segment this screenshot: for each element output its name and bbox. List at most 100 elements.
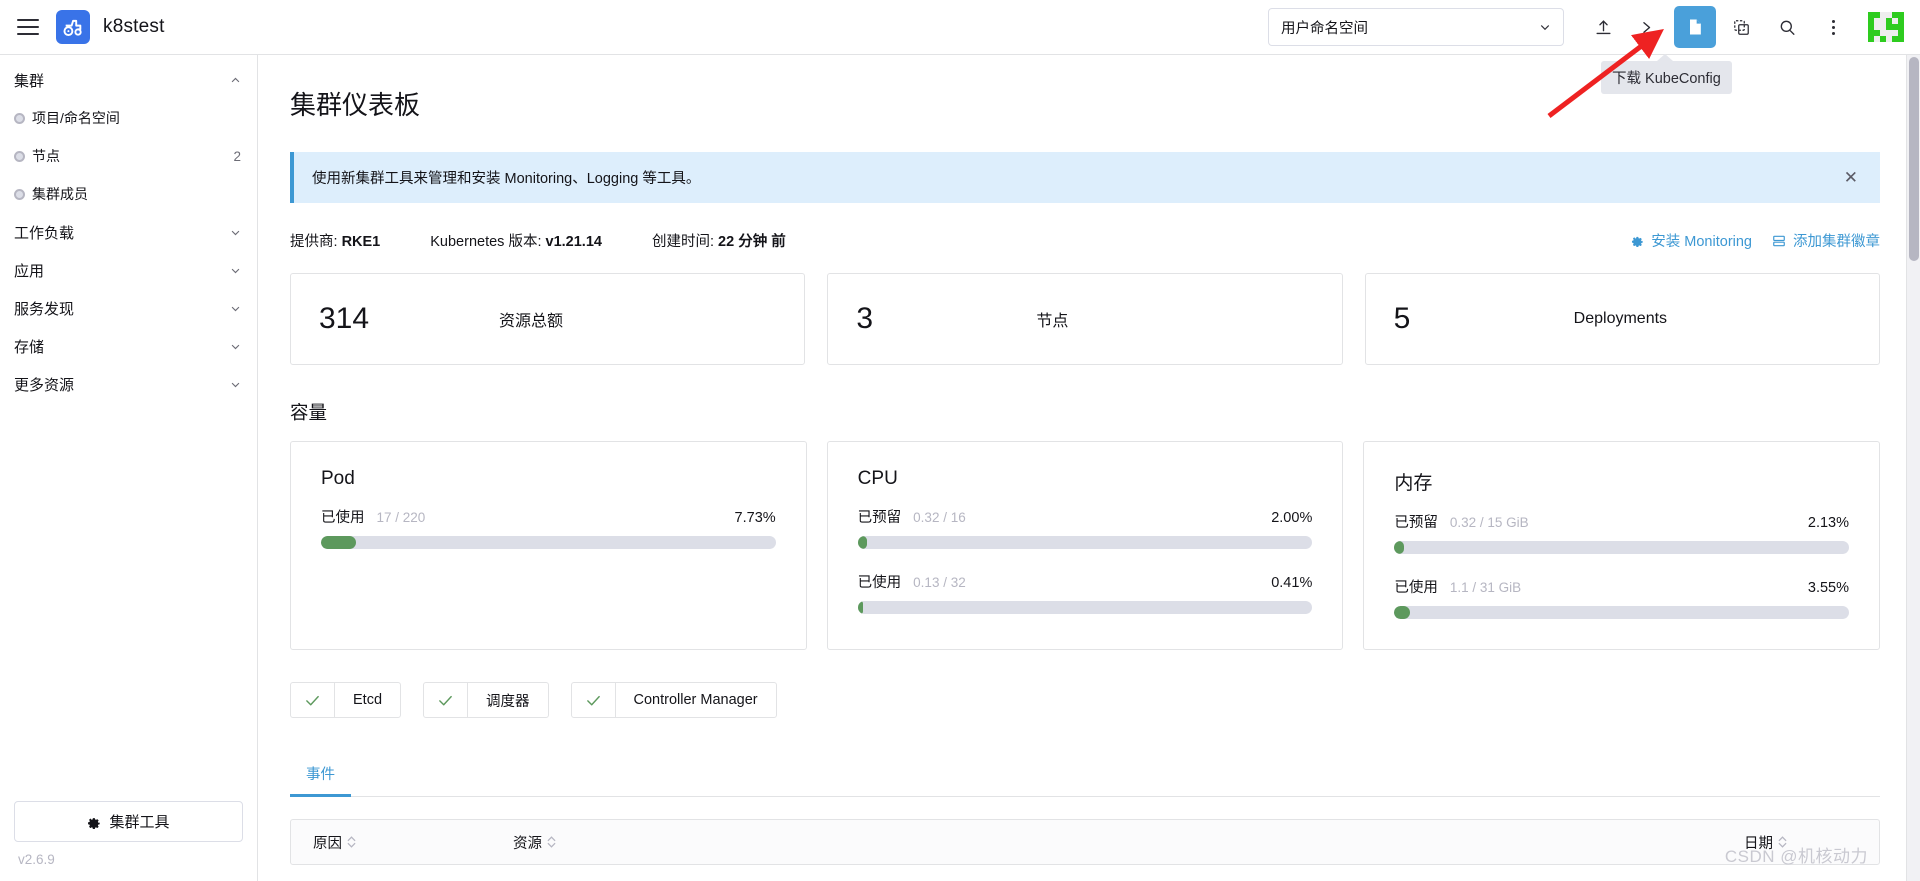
sort-icon[interactable] bbox=[547, 836, 556, 848]
progress-bar bbox=[321, 536, 776, 549]
status-chip-etcd: Etcd bbox=[290, 682, 402, 718]
brand[interactable]: k8stest bbox=[56, 10, 165, 44]
meter-sub: 17 / 220 bbox=[376, 510, 426, 525]
sort-icon[interactable] bbox=[1778, 836, 1787, 848]
capacity-card-title: 内存 bbox=[1394, 473, 1433, 494]
gear-icon bbox=[1632, 236, 1644, 247]
stat-label: 节点 bbox=[1036, 313, 1069, 330]
sidebar-item-cluster-members[interactable]: 集群成员 bbox=[0, 175, 257, 213]
column-header-reason[interactable]: 原因 bbox=[313, 832, 513, 853]
meter-name: 已使用 bbox=[321, 510, 365, 526]
check-icon bbox=[291, 683, 335, 717]
status-chip-label: Controller Manager bbox=[633, 692, 758, 708]
events-table: 原因 资源 日期 bbox=[290, 819, 1880, 865]
info-banner-text: 使用新集群工具来管理和安装 Monitoring、Logging 等工具。 bbox=[312, 171, 701, 187]
stat-value: 3 bbox=[856, 302, 874, 335]
install-monitoring-link[interactable]: 安装 Monitoring bbox=[1631, 230, 1752, 251]
sidebar-group-label: 服务发现 bbox=[14, 300, 75, 318]
kubernetes-version-info: Kubernetes 版本: v1.21.14 bbox=[430, 230, 602, 251]
capacity-section-title: 容量 bbox=[290, 402, 328, 423]
progress-bar-fill bbox=[857, 601, 864, 614]
cluster-info-actions: 安装 Monitoring 添加集群徽章 bbox=[1631, 230, 1880, 251]
sidebar-item-count: 2 bbox=[233, 148, 241, 164]
install-monitoring-label: 安装 Monitoring bbox=[1651, 234, 1752, 250]
stat-value: 314 bbox=[319, 302, 370, 335]
copy-kubeconfig-icon[interactable] bbox=[1720, 6, 1762, 48]
tab-events[interactable]: 事件 bbox=[290, 752, 351, 797]
more-actions-icon[interactable] bbox=[1812, 6, 1854, 48]
chevron-down-icon bbox=[231, 306, 240, 311]
scrollbar-thumb[interactable] bbox=[1909, 57, 1919, 261]
capacity-card-title: CPU bbox=[857, 468, 898, 489]
meter-percent: 7.73% bbox=[734, 510, 776, 526]
capacity-card-title: Pod bbox=[321, 468, 355, 489]
pixel-avatar-icon[interactable] bbox=[1868, 12, 1904, 42]
namespace-filter-value: 用户命名空间 bbox=[1281, 20, 1368, 37]
progress-bar bbox=[857, 601, 1313, 614]
meter-memory-used: 已使用 1.1 / 31 GiB 3.55% bbox=[1394, 576, 1850, 619]
bullet-icon bbox=[14, 150, 25, 162]
sidebar-group-apps[interactable]: 应用 bbox=[0, 251, 257, 289]
chevron-down-icon bbox=[231, 344, 240, 349]
sidebar-group-cluster[interactable]: 集群 bbox=[0, 61, 257, 99]
provider-value: RKE1 bbox=[341, 234, 381, 250]
close-icon[interactable]: ✕ bbox=[1840, 169, 1862, 186]
sidebar-item-label: 集群成员 bbox=[32, 186, 88, 202]
created-value: 22 分钟 前 bbox=[718, 234, 786, 250]
column-header-label: 日期 bbox=[1744, 835, 1773, 852]
meter-percent: 2.00% bbox=[1271, 510, 1313, 526]
kubernetes-version-label: Kubernetes 版本: bbox=[430, 234, 542, 250]
namespace-filter-select[interactable]: 用户命名空间 bbox=[1268, 8, 1564, 46]
meter-sub: 0.32 / 15 GiB bbox=[1449, 515, 1529, 530]
column-header-label: 原因 bbox=[313, 835, 342, 852]
import-yaml-icon[interactable] bbox=[1582, 6, 1624, 48]
meter-percent: 2.13% bbox=[1807, 515, 1850, 531]
sidebar-group-label: 存储 bbox=[14, 338, 45, 356]
badge-icon bbox=[1773, 235, 1785, 246]
cluster-tools-button[interactable]: 集群工具 bbox=[14, 801, 243, 842]
check-icon bbox=[424, 683, 469, 717]
meter-name: 已预留 bbox=[1394, 515, 1438, 531]
meter-sub: 0.32 / 16 bbox=[913, 510, 966, 525]
sidebar-item-projects-namespaces[interactable]: 项目/命名空间 bbox=[0, 99, 257, 137]
meter-name: 已预留 bbox=[857, 510, 902, 526]
created-info: 创建时间: 22 分钟 前 bbox=[652, 230, 786, 251]
sidebar-group-label: 工作负载 bbox=[14, 224, 75, 242]
sidebar-group-storage[interactable]: 存储 bbox=[0, 327, 257, 365]
gear-icon bbox=[88, 817, 101, 829]
chevron-down-icon bbox=[231, 382, 240, 387]
stat-card-total-resources: 314 资源总额 bbox=[290, 273, 806, 365]
meter-percent: 0.41% bbox=[1271, 575, 1313, 591]
capacity-card-memory: 内存 已预留 0.32 / 15 GiB 2.13% 已使用 1.1 / 31 … bbox=[1363, 441, 1881, 650]
meter-sub: 0.13 / 32 bbox=[913, 575, 966, 590]
kubectl-shell-icon[interactable] bbox=[1628, 6, 1670, 48]
stat-card-deployments: 5 Deployments bbox=[1364, 273, 1880, 365]
app-root: k8stest 用户命名空间 下载 KubeConfig 集群 项目/命名空间 … bbox=[0, 0, 1920, 881]
download-kubeconfig-tooltip: 下载 KubeConfig bbox=[1601, 54, 1732, 94]
add-cluster-badge-link[interactable]: 添加集群徽章 bbox=[1772, 230, 1880, 251]
meter-cpu-used: 已使用 0.13 / 32 0.41% bbox=[857, 571, 1313, 614]
status-chip-label: Etcd bbox=[353, 692, 383, 708]
hamburger-icon[interactable] bbox=[0, 0, 56, 55]
sidebar-group-service-discovery[interactable]: 服务发现 bbox=[0, 289, 257, 327]
column-header-label: 资源 bbox=[513, 835, 542, 852]
capacity-card-cpu: CPU 已预留 0.32 / 16 2.00% 已使用 0.13 / 32 0.… bbox=[826, 441, 1344, 650]
page-scrollbar[interactable] bbox=[1906, 55, 1920, 881]
search-icon[interactable] bbox=[1766, 6, 1808, 48]
sort-icon[interactable] bbox=[347, 836, 356, 848]
rancher-version: v2.6.9 bbox=[18, 852, 55, 867]
sidebar-item-nodes[interactable]: 节点 2 bbox=[0, 137, 257, 175]
body: 集群 项目/命名空间 节点 2 集群成员 工作负载 应用 服务发现 存储 更多资… bbox=[0, 55, 1920, 881]
download-kubeconfig-icon[interactable] bbox=[1674, 6, 1716, 48]
sidebar-group-workloads[interactable]: 工作负载 bbox=[0, 213, 257, 251]
meter-pod-used: 已使用 17 / 220 7.73% bbox=[321, 506, 776, 549]
sidebar-group-more-resources[interactable]: 更多资源 bbox=[0, 365, 257, 403]
meter-name: 已使用 bbox=[1394, 580, 1438, 596]
main-content: 集群仪表板 使用新集群工具来管理和安装 Monitoring、Logging 等… bbox=[258, 55, 1920, 881]
progress-bar-fill bbox=[1394, 541, 1405, 554]
column-header-resource[interactable]: 资源 bbox=[513, 832, 1744, 853]
header-actions bbox=[1582, 6, 1854, 48]
meter-sub: 1.1 / 31 GiB bbox=[1449, 580, 1522, 595]
column-header-date[interactable]: 日期 bbox=[1744, 832, 1857, 853]
sidebar-group-label: 应用 bbox=[14, 262, 45, 280]
